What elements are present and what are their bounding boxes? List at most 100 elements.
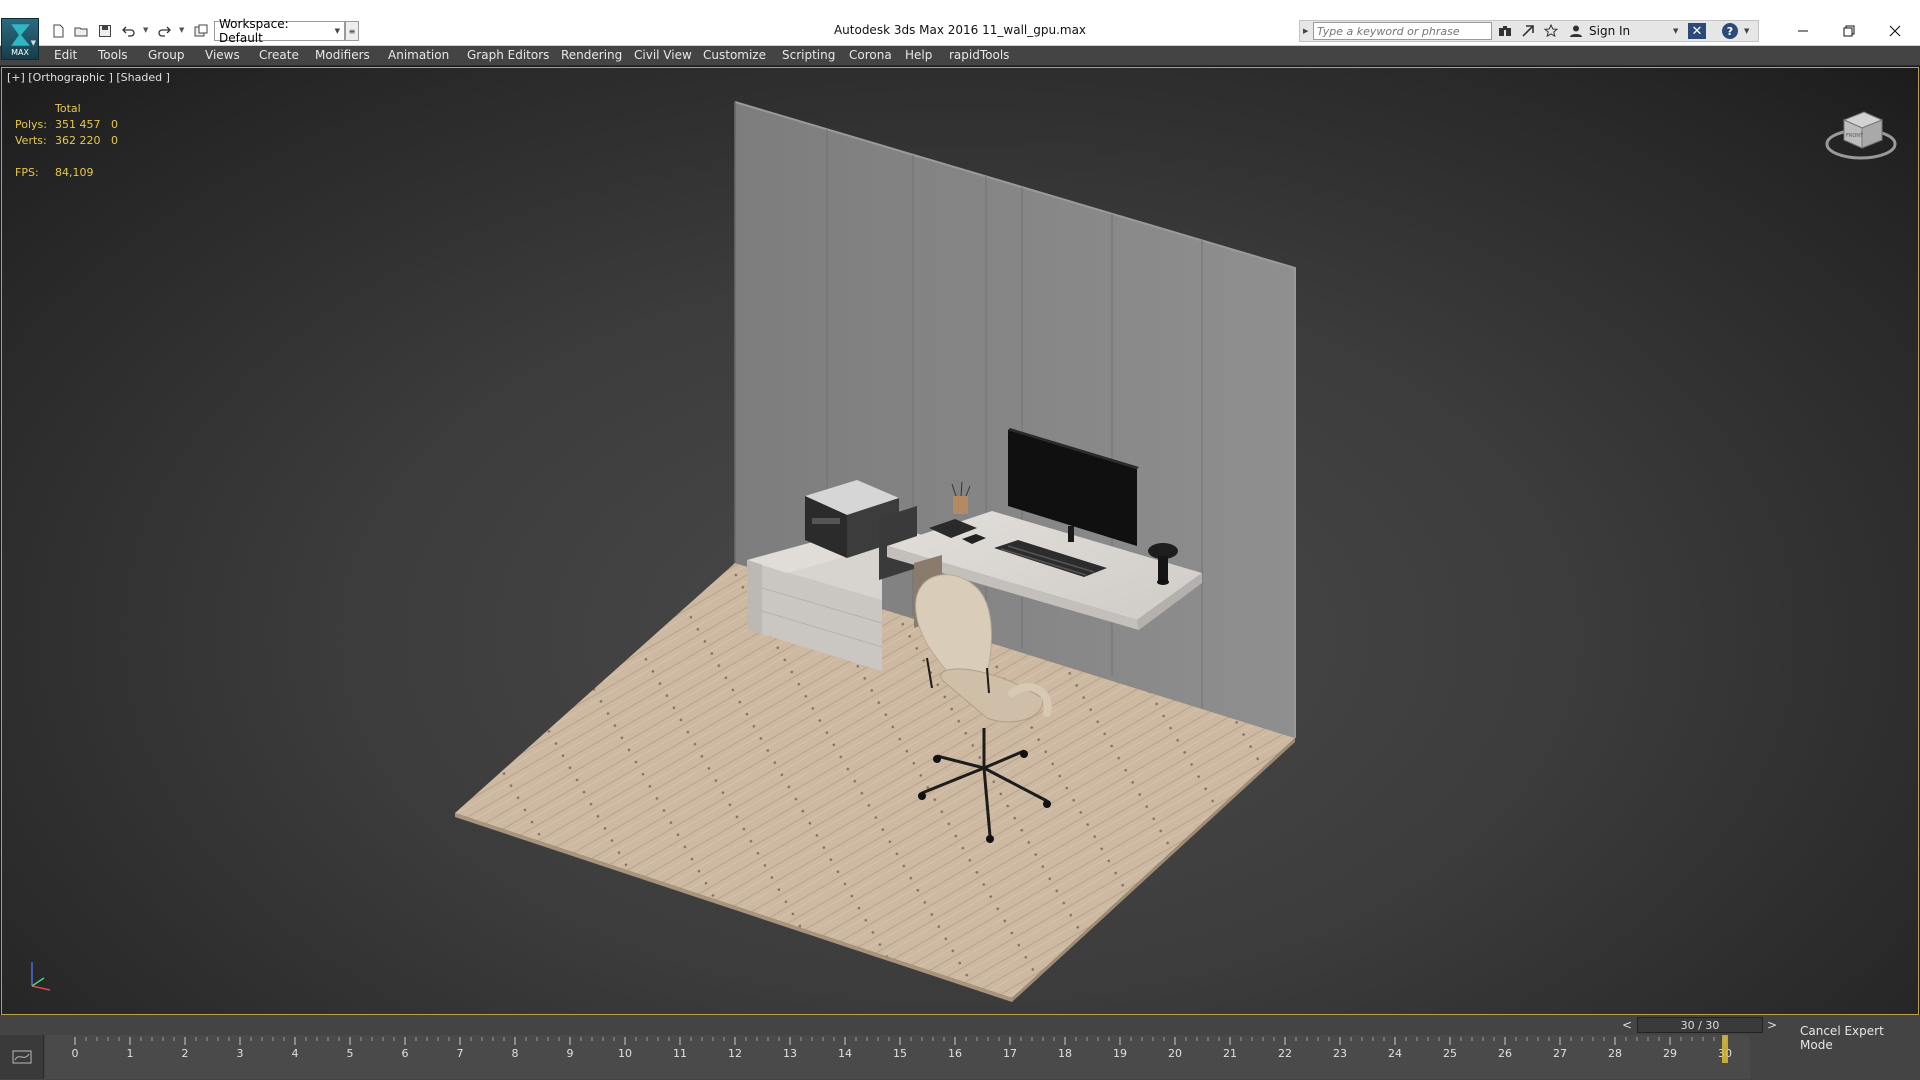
frame-label: 23 (1333, 1047, 1347, 1060)
scene-render (455, 101, 1296, 1002)
frame-label: 5 (347, 1047, 354, 1060)
menu-group[interactable]: Group (148, 48, 185, 62)
frame-label: 27 (1553, 1047, 1567, 1060)
workspace-dropdown[interactable]: Workspace: Default ▼ (214, 17, 345, 45)
polys-selected: 0 (111, 118, 118, 131)
new-file-icon[interactable] (49, 22, 67, 40)
polys-total: 351 457 (55, 118, 101, 131)
frame-label: 0 (72, 1047, 79, 1060)
menu-animation[interactable]: Animation (388, 48, 449, 62)
frame-label: 6 (402, 1047, 409, 1060)
frame-label: 2 (182, 1047, 189, 1060)
frame-label: 4 (292, 1047, 299, 1060)
close-button[interactable] (1872, 16, 1918, 46)
stats-header: Total (55, 102, 81, 115)
viewcube[interactable]: FRONT (1824, 100, 1898, 164)
menu-graph-editors[interactable]: Graph Editors (467, 48, 549, 62)
menu-tools[interactable]: Tools (98, 48, 128, 62)
frame-label: 24 (1388, 1047, 1402, 1060)
redo-list-caret-icon[interactable]: ▼ (179, 26, 184, 34)
workspace-value: Workspace: Default (219, 17, 289, 45)
search-input[interactable] (1313, 22, 1492, 40)
frame-label: 15 (893, 1047, 907, 1060)
mini-curve-editor-toggle[interactable] (0, 1035, 44, 1079)
frame-label: 8 (512, 1047, 519, 1060)
menu-modifiers[interactable]: Modifiers (315, 48, 370, 62)
time-slider-next-button[interactable]: > (1763, 1017, 1781, 1033)
frame-label: 10 (618, 1047, 632, 1060)
redo-icon[interactable] (155, 22, 173, 40)
project-folder-icon[interactable] (192, 22, 210, 40)
user-icon[interactable] (1568, 23, 1584, 39)
time-slider-prev-button[interactable]: < (1618, 1017, 1636, 1033)
frame-label: 26 (1498, 1047, 1512, 1060)
track-bar[interactable]: 0 1 2 3 4 5 6 7 8 9 10 11 12 13 14 15 16 17 18 19 20 21 22 23 24… (45, 1035, 1750, 1079)
help-caret-icon[interactable]: ▼ (1744, 27, 1749, 35)
frame-label: 20 (1168, 1047, 1182, 1060)
help-icon[interactable]: ? (1722, 23, 1738, 39)
menu-customize[interactable]: Customize (703, 48, 766, 62)
viewport-label[interactable]: [+] [Orthographic ] [Shaded ] (7, 71, 170, 84)
frame-label: 25 (1443, 1047, 1457, 1060)
window-title: Autodesk 3ds Max 2016 11_wall_gpu.max (833, 23, 1087, 37)
menu-rendering[interactable]: Rendering (561, 48, 622, 62)
frame-label: 7 (457, 1047, 464, 1060)
sign-in-caret-icon[interactable]: ▼ (1673, 27, 1678, 35)
frame-label: 13 (783, 1047, 797, 1060)
menu-help[interactable]: Help (905, 48, 932, 62)
frame-label: 17 (1003, 1047, 1017, 1060)
menu-rapidtools[interactable]: rapidTools (949, 48, 1009, 62)
verts-selected: 0 (111, 134, 118, 147)
frame-label: 9 (567, 1047, 574, 1060)
frame-label: 18 (1058, 1047, 1072, 1060)
app-logo-label: MAX (11, 48, 29, 57)
app-menu-caret-icon: ▼ (30, 39, 36, 47)
frame-label: 28 (1608, 1047, 1622, 1060)
open-file-icon[interactable] (72, 22, 90, 40)
frame-label: 12 (728, 1047, 742, 1060)
viewcube-front-label: FRONT (1846, 133, 1864, 139)
frame-label: 21 (1223, 1047, 1237, 1060)
frame-label: 29 (1663, 1047, 1677, 1060)
3dsmax-logo-icon (11, 24, 30, 46)
frame-label: 19 (1113, 1047, 1127, 1060)
menu-edit[interactable]: Edit (54, 48, 77, 62)
frame-label: 11 (673, 1047, 687, 1060)
menu-views[interactable]: Views (205, 48, 240, 62)
frame-label: 14 (838, 1047, 852, 1060)
menu-corona[interactable]: Corona (849, 48, 892, 62)
save-icon[interactable] (96, 22, 114, 40)
restore-button[interactable] (1826, 16, 1872, 46)
minimize-button[interactable] (1780, 16, 1826, 46)
undo-list-caret-icon[interactable]: ▼ (143, 26, 148, 34)
time-slider[interactable]: 30 / 30 (1637, 1017, 1763, 1033)
sign-in-button[interactable]: Sign In (1589, 24, 1630, 38)
search-expander-icon[interactable]: ▶ (1303, 27, 1308, 35)
polys-label: Polys: (15, 118, 47, 131)
menu-civil-view[interactable]: Civil View (634, 48, 692, 62)
chevron-down-icon: ▼ (334, 27, 340, 35)
time-bar: < 30 / 30 > 0 1 2 3 4 5 6 7 8 9 10 11 12 13 14 15 16 17 18… (0, 1015, 1920, 1080)
subscription-center-icon[interactable] (1520, 23, 1536, 39)
menu-bar: Edit Tools Group Views Create Modifiers … (0, 46, 1920, 66)
curve-editor-icon (12, 1050, 31, 1064)
application-menu-button[interactable]: MAX ▼ (1, 18, 39, 60)
quick-access-customize-button[interactable]: ≡ (345, 21, 359, 41)
scene-statistics: Total Polys: 351 457 0 Verts: 362 220 0 … (15, 101, 131, 181)
frame-ruler: 0 1 2 3 4 5 6 7 8 9 10 11 12 13 14 15 16 17 18 19 20 21 22 23 24… (72, 1035, 1732, 1063)
frame-label: 1 (127, 1047, 134, 1060)
menu-scripting[interactable]: Scripting (782, 48, 835, 62)
star-icon[interactable] (1543, 23, 1559, 39)
fps-label: FPS: (15, 166, 39, 179)
current-frame-marker[interactable] (1722, 1035, 1728, 1063)
title-bar: ▼ ▼ Workspace: Default ▼ ≡ Autodesk 3ds … (0, 0, 1920, 46)
autodesk-exchange-icon[interactable]: ✕ (1688, 23, 1706, 39)
frame-label: 16 (948, 1047, 962, 1060)
menu-create[interactable]: Create (259, 48, 299, 62)
perspective-viewport[interactable]: [+] [Orthographic ] [Shaded ] Total Poly… (1, 67, 1919, 1015)
cancel-expert-mode-button[interactable]: Cancel Expert Mode (1800, 1024, 1920, 1052)
axis-tripod-icon (31, 962, 51, 991)
binoculars-icon[interactable] (1497, 23, 1513, 39)
undo-icon[interactable] (120, 22, 138, 40)
fps-value: 84,109 (55, 166, 94, 179)
